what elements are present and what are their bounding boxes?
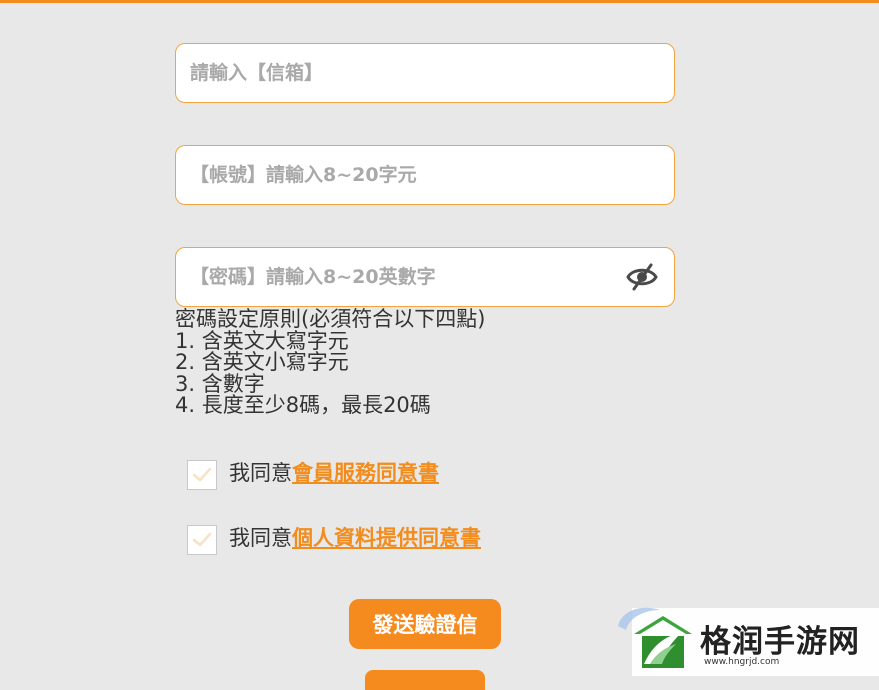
password-rules: 密碼設定原則(必須符合以下四點) 1. 含英文大寫字元 2. 含英文小寫字元 3… <box>175 307 486 417</box>
agree-privacy-terms-row: 我同意 個人資料提供同意書 <box>187 521 481 555</box>
agree-prefix: 我同意 <box>229 461 292 485</box>
password-field[interactable] <box>175 247 675 307</box>
password-visibility-toggle[interactable] <box>625 262 659 292</box>
agree-member-terms-row: 我同意 會員服務同意書 <box>187 456 439 490</box>
check-icon <box>192 467 212 482</box>
send-verification-button[interactable]: 發送驗證信 <box>349 599 501 649</box>
member-terms-link[interactable]: 會員服務同意書 <box>292 457 439 487</box>
eye-off-icon <box>626 263 658 291</box>
password-rules-title: 密碼設定原則(必須符合以下四點) <box>175 307 486 331</box>
privacy-terms-link[interactable]: 個人資料提供同意書 <box>292 522 481 552</box>
password-rule-item: 3. 含數字 <box>175 371 265 396</box>
watermark-site-name: 格润手游网 <box>700 624 860 660</box>
password-rule-item: 1. 含英文大寫字元 <box>175 328 349 353</box>
watermark-logo-icon <box>634 616 692 668</box>
password-rule-item: 2. 含英文小寫字元 <box>175 350 349 374</box>
top-accent-bar <box>0 0 879 3</box>
email-field[interactable] <box>175 43 675 103</box>
agree-privacy-terms-checkbox[interactable] <box>187 525 217 555</box>
agree-member-terms-checkbox[interactable] <box>187 460 217 490</box>
check-icon <box>192 532 212 547</box>
account-field[interactable] <box>175 145 675 205</box>
agree-prefix: 我同意 <box>229 526 292 550</box>
next-button-partial[interactable] <box>365 670 485 690</box>
watermark-site-url: www.hngrjd.com <box>704 657 780 667</box>
password-rule-item: 4. 長度至少8碼，最長20碼 <box>175 393 431 417</box>
